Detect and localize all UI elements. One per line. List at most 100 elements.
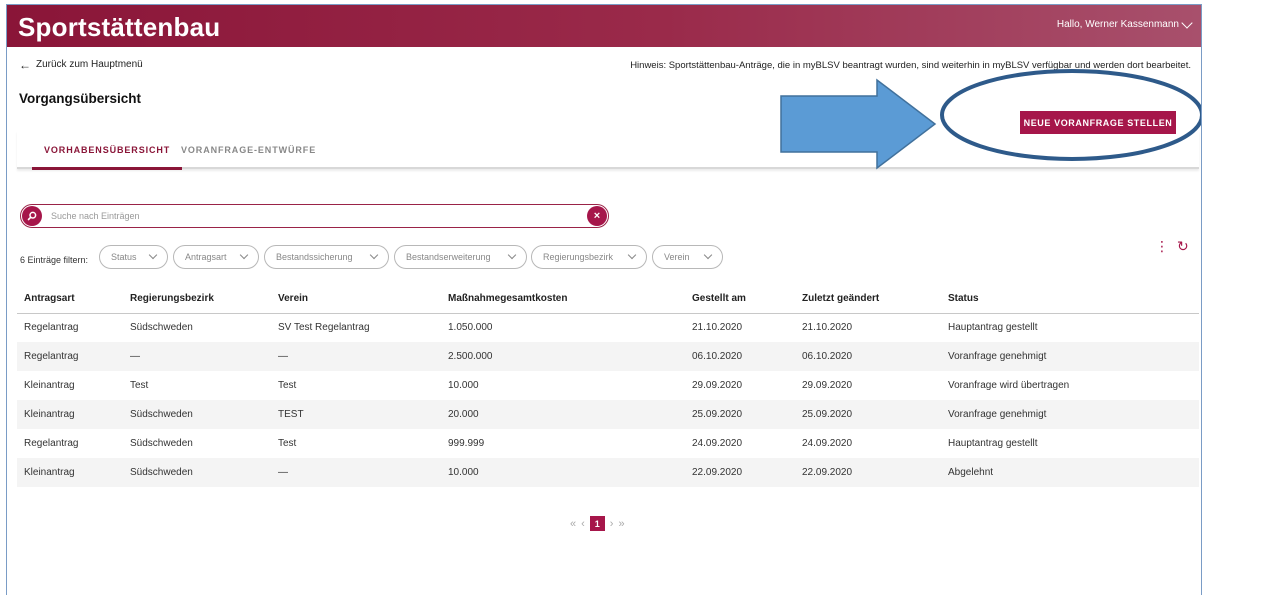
table-row[interactable]: Regelantrag Südschweden Test 999.999 24.…	[17, 429, 1199, 458]
table-cell: Hauptantrag gestellt	[948, 438, 1038, 449]
annotation-arrow-icon	[780, 78, 937, 170]
table-row[interactable]: Regelantrag — — 2.500.000 06.10.2020 06.…	[17, 342, 1199, 371]
table-cell: 06.10.2020	[685, 342, 795, 371]
app-brand: Sportstättenbau	[18, 12, 221, 42]
table-cell: TEST	[271, 400, 441, 429]
search-input[interactable]	[51, 207, 571, 225]
search-icon[interactable]	[22, 206, 42, 226]
table-cell: Voranfrage wird übertragen	[948, 380, 1070, 391]
table-cell: SV Test Regelantrag	[278, 322, 370, 334]
table-cell: 20.000	[441, 400, 685, 429]
table-cell: 22.09.2020	[685, 458, 795, 487]
table-cell: 10.000	[448, 380, 479, 391]
chevron-down-icon	[507, 250, 517, 260]
table-cell: Kleinantrag	[17, 458, 123, 487]
table-header-row: Antragsart Regierungsbezirk Verein Maßna…	[17, 284, 1199, 314]
more-options-icon[interactable]: ⋮	[1155, 239, 1169, 253]
table-cell: Südschweden	[130, 438, 193, 449]
back-link-label: Zurück zum Hauptmenü	[36, 59, 143, 70]
page-title: Vorgangsübersicht	[19, 91, 142, 106]
filter-chip-status[interactable]: Status	[99, 245, 168, 269]
chevron-down-icon	[1181, 16, 1193, 29]
column-header[interactable]: Status	[941, 284, 1199, 314]
prev-page-icon[interactable]: ‹	[581, 518, 585, 530]
tab-vorhabensuebersicht[interactable]: VORHABENSÜBERSICHT	[31, 145, 183, 170]
filter-chip-bestandssicherung[interactable]: Bestandssicherung	[264, 245, 389, 269]
top-bar: Sportstättenbau Hallo, Werner Kassenmann	[7, 5, 1201, 47]
filter-chip-verein[interactable]: Verein	[652, 245, 723, 269]
table-cell: Test	[278, 438, 297, 449]
table-cell: Regelantrag	[24, 438, 79, 449]
column-header[interactable]: Verein	[271, 284, 441, 314]
chevron-down-icon	[369, 250, 379, 260]
table-cell: 06.10.2020	[795, 342, 941, 371]
table-row[interactable]: Kleinantrag Südschweden TEST 20.000 25.0…	[17, 400, 1199, 429]
tab-voranfrage-entwuerfe[interactable]: VORANFRAGE-ENTWÜRFE	[181, 145, 316, 155]
chevron-down-icon	[239, 250, 249, 260]
clear-search-icon[interactable]: ×	[587, 206, 607, 226]
table-cell: 1.050.000	[448, 322, 493, 334]
table-cell: 999.999	[448, 438, 485, 449]
back-link[interactable]: ← Zurück zum Hauptmenü	[19, 57, 143, 72]
table-cell: Test	[130, 380, 149, 391]
results-table: Antragsart Regierungsbezirk Verein Maßna…	[17, 284, 1199, 487]
pagination: « ‹ 1 › »	[570, 516, 625, 531]
chevron-down-icon	[627, 250, 637, 260]
table-row[interactable]: Regelantrag Südschweden SV Test Regelant…	[17, 313, 1199, 342]
column-header[interactable]: Antragsart	[17, 284, 123, 314]
table-cell: Voranfrage genehmigt	[941, 342, 1199, 371]
table-cell: Regelantrag	[17, 342, 123, 371]
table-cell: Südschweden	[130, 322, 193, 334]
column-header[interactable]: Maßnahmegesamtkosten	[441, 284, 685, 314]
table-cell: 2.500.000	[441, 342, 685, 371]
table-cell: 22.09.2020	[795, 458, 941, 487]
table-row[interactable]: Kleinantrag Südschweden — 10.000 22.09.2…	[17, 458, 1199, 487]
table-row[interactable]: Kleinantrag Test Test 10.000 29.09.2020 …	[17, 371, 1199, 400]
table-cell: Test	[278, 380, 297, 391]
user-greeting: Hallo, Werner Kassenmann	[1056, 19, 1179, 30]
table-cell: Hauptantrag gestellt	[948, 322, 1038, 334]
column-header[interactable]: Zuletzt geändert	[795, 284, 941, 314]
page-number-current[interactable]: 1	[589, 516, 605, 531]
table-cell: 25.09.2020	[795, 400, 941, 429]
filter-chip-label: Verein	[664, 252, 690, 262]
table-cell: Südschweden	[123, 400, 271, 429]
filter-chip-bestandserweiterung[interactable]: Bestandserweiterung	[394, 245, 527, 269]
table-cell: —	[271, 458, 441, 487]
user-menu[interactable]: Hallo, Werner Kassenmann	[1056, 16, 1193, 30]
table-cell: —	[123, 342, 271, 371]
table-cell: 25.09.2020	[685, 400, 795, 429]
table-cell: Regelantrag	[24, 322, 79, 334]
filter-chip-label: Status	[111, 252, 137, 262]
filter-chip-label: Regierungsbezirk	[543, 252, 614, 262]
chevron-down-icon	[148, 250, 158, 260]
table-cell: 21.10.2020	[692, 322, 743, 334]
next-page-icon[interactable]: ›	[610, 518, 614, 530]
column-header[interactable]: Regierungsbezirk	[123, 284, 271, 314]
table-cell: Kleinantrag	[17, 400, 123, 429]
filter-count-label: 6 Einträge filtern:	[20, 255, 89, 265]
search-bar: ×	[20, 204, 609, 228]
first-page-icon[interactable]: «	[570, 518, 576, 530]
filter-chip-label: Bestandssicherung	[276, 252, 353, 262]
annotation-ellipse-icon	[940, 69, 1201, 161]
table-cell: Abgelehnt	[941, 458, 1199, 487]
filter-chip-antragsart[interactable]: Antragsart	[173, 245, 259, 269]
app-window: Sportstättenbau Hallo, Werner Kassenmann…	[6, 4, 1202, 595]
table-cell: 24.09.2020	[692, 438, 743, 449]
filter-chip-label: Antragsart	[185, 252, 227, 262]
table-cell: —	[271, 342, 441, 371]
chevron-down-icon	[703, 250, 713, 260]
table-cell: 24.09.2020	[802, 438, 853, 449]
column-header[interactable]: Gestellt am	[685, 284, 795, 314]
last-page-icon[interactable]: »	[618, 518, 624, 530]
arrow-left-icon: ←	[19, 57, 31, 72]
table-cell: 29.09.2020	[692, 380, 743, 391]
table-cell: Südschweden	[123, 458, 271, 487]
filter-chip-regierungsbezirk[interactable]: Regierungsbezirk	[531, 245, 647, 269]
refresh-icon[interactable]: ↻	[1177, 238, 1189, 255]
table-cell: 29.09.2020	[802, 380, 853, 391]
table-cell: Voranfrage genehmigt	[941, 400, 1199, 429]
table-cell: 10.000	[441, 458, 685, 487]
table-cell: 21.10.2020	[802, 322, 853, 334]
